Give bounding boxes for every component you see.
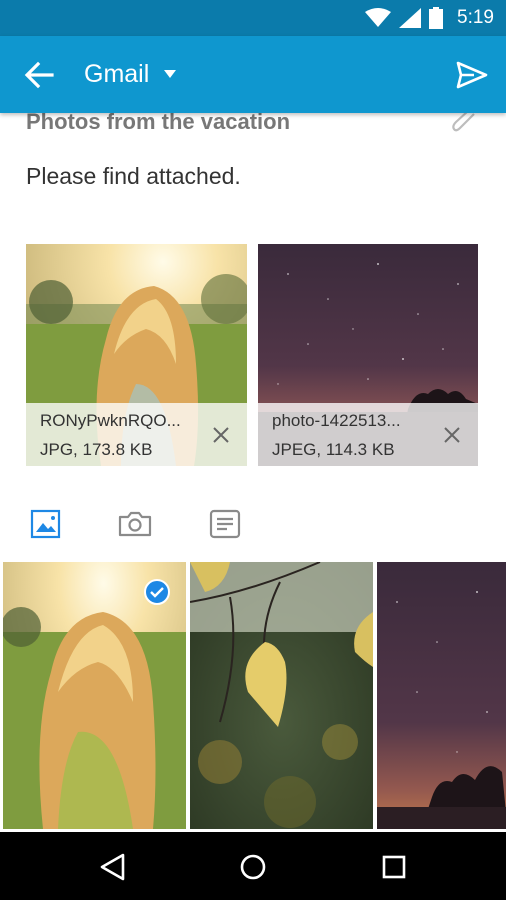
attachment-meta: JPG, 173.8 KB <box>40 440 153 459</box>
photo-image <box>377 562 506 829</box>
document-tab-icon[interactable] <box>209 509 241 539</box>
account-selector[interactable]: Gmail <box>84 60 149 89</box>
app-bar: Gmail <box>0 36 506 113</box>
back-triangle-icon[interactable] <box>98 852 128 882</box>
status-time: 5:19 <box>457 7 494 28</box>
battery-icon <box>429 7 444 29</box>
attachment-name: RONyPwknRQO... <box>40 411 181 430</box>
attachment-card[interactable]: RONyPwknRQO... JPG, 173.8 KB <box>26 244 247 466</box>
dropdown-arrow-icon[interactable] <box>163 69 177 79</box>
system-nav-bar <box>0 832 506 900</box>
attachment-info: photo-1422513... JPEG, 114.3 KB <box>258 403 478 466</box>
home-circle-icon[interactable] <box>238 852 268 882</box>
attachment-card[interactable]: photo-1422513... JPEG, 114.3 KB <box>258 244 478 466</box>
send-icon[interactable] <box>456 60 488 90</box>
attachment-name: photo-1422513... <box>272 411 401 430</box>
signal-icon <box>399 8 422 28</box>
recents-square-icon[interactable] <box>379 852 409 882</box>
photo-thumbnail[interactable] <box>190 562 373 829</box>
photo-image <box>190 562 373 829</box>
attachment-meta: JPEG, 114.3 KB <box>272 440 395 459</box>
attachment-info: RONyPwknRQO... JPG, 173.8 KB <box>26 403 247 466</box>
remove-attachment-icon[interactable] <box>444 427 460 443</box>
remove-attachment-icon[interactable] <box>213 427 229 443</box>
camera-tab-icon[interactable] <box>118 509 152 539</box>
message-body[interactable]: Please find attached. <box>26 163 241 190</box>
arrow-back-icon[interactable] <box>24 61 54 89</box>
gallery-tab-icon[interactable] <box>30 509 62 539</box>
photo-thumbnail[interactable] <box>377 562 506 829</box>
wifi-icon <box>365 8 392 27</box>
paperclip-icon[interactable] <box>452 110 478 134</box>
status-bar: 5:19 <box>0 0 506 36</box>
selected-check-icon <box>144 579 170 605</box>
